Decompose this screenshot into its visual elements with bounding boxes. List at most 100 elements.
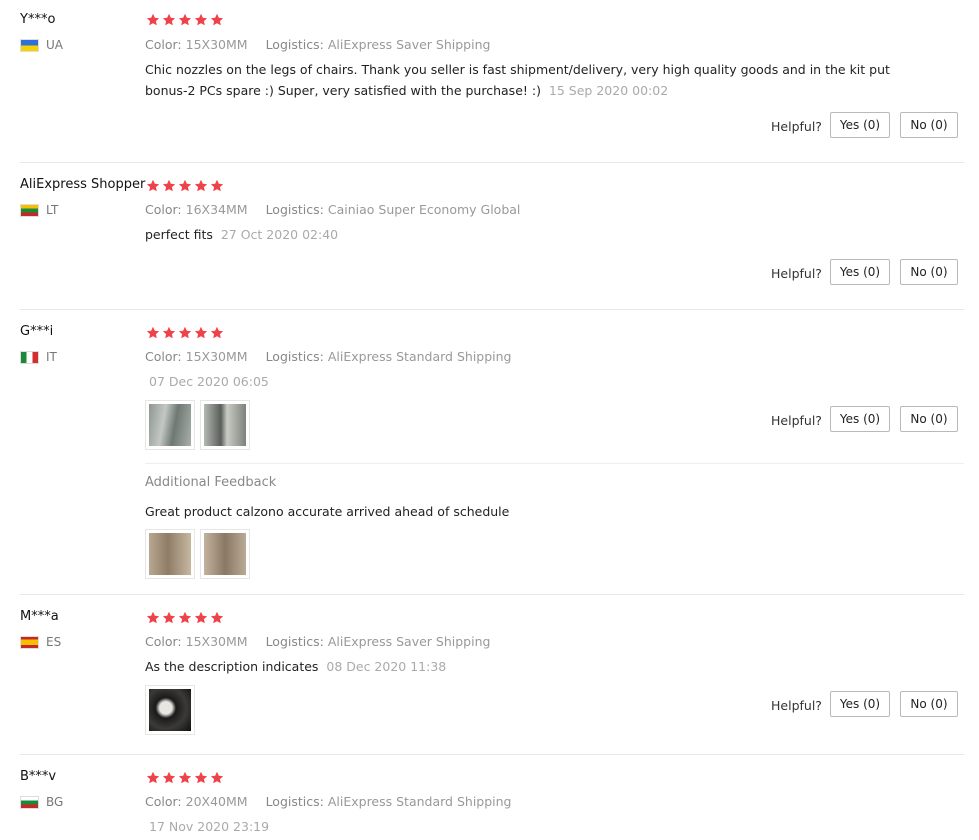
reviewer-country: UA [20, 38, 63, 52]
star-icon [178, 611, 192, 625]
star-icon [146, 179, 160, 193]
review-photo-thumbnail[interactable] [145, 400, 195, 450]
logistics-value: Cainiao Super Economy Global [327, 202, 521, 217]
star-icon [194, 611, 208, 625]
star-icon [146, 326, 160, 340]
review-date: 07 Dec 2020 06:05 [149, 374, 269, 389]
star-icon [210, 326, 224, 340]
reviewer-country: LT [20, 203, 58, 217]
star-icon [194, 179, 208, 193]
additional-photo-thumbnail[interactable] [145, 529, 195, 579]
review-text-line: perfect fits [145, 227, 213, 242]
helpful-no-button[interactable]: No (0) [900, 259, 958, 285]
additional-feedback-text: Great product calzono accurate arrived a… [145, 504, 510, 519]
logistics-value: AliExpress Standard Shipping [327, 794, 512, 809]
review-meta: Color: 15X30MM Logistics: AliExpress Sav… [145, 634, 490, 649]
helpful-yes-button[interactable]: Yes (0) [830, 112, 890, 138]
additional-feedback-divider [145, 463, 964, 464]
review-text: Chic nozzles on the legs of chairs. Than… [145, 59, 890, 101]
star-icon [178, 326, 192, 340]
star-rating [146, 771, 224, 785]
star-rating [146, 179, 224, 193]
country-code: BG [46, 795, 64, 809]
helpful-label: Helpful? [771, 698, 822, 713]
helpful-no-button[interactable]: No (0) [900, 112, 958, 138]
star-rating [146, 13, 224, 27]
ukraine-flag-icon [20, 38, 39, 52]
country-code: UA [46, 38, 63, 52]
color-value: 15X30MM [185, 634, 248, 649]
country-code: ES [46, 635, 62, 649]
logistics-label: Logistics: [265, 794, 324, 809]
reviewer-country: IT [20, 350, 57, 364]
bulgaria-flag-icon [20, 795, 39, 809]
review-divider [20, 594, 964, 595]
review-date: 15 Sep 2020 00:02 [548, 83, 669, 98]
review-date: 08 Dec 2020 11:38 [326, 659, 447, 674]
color-value: 20X40MM [185, 794, 248, 809]
star-rating [146, 326, 224, 340]
color-label: Color: [145, 202, 182, 217]
reviewer-name: B***v [20, 769, 57, 784]
italy-flag-icon [20, 350, 39, 364]
review-meta: Color: 20X40MM Logistics: AliExpress Sta… [145, 794, 512, 809]
review-photo [204, 533, 246, 575]
review-meta: Color: 16X34MM Logistics: Cainiao Super … [145, 202, 520, 217]
review-divider [20, 162, 964, 163]
country-code: LT [46, 203, 59, 217]
star-icon [146, 611, 160, 625]
star-icon [194, 771, 208, 785]
color-label: Color: [145, 634, 182, 649]
logistics-label: Logistics: [265, 37, 324, 52]
helpful-label: Helpful? [771, 119, 822, 134]
star-icon [210, 13, 224, 27]
color-value: 15X30MM [185, 349, 248, 364]
logistics-value: AliExpress Saver Shipping [327, 634, 491, 649]
helpful-yes-button[interactable]: Yes (0) [830, 691, 890, 717]
color-value: 16X34MM [185, 202, 248, 217]
star-icon [194, 13, 208, 27]
star-rating [146, 611, 224, 625]
helpful-yes-button[interactable]: Yes (0) [830, 259, 890, 285]
reviewer-name: M***a [20, 609, 59, 624]
logistics-label: Logistics: [265, 349, 324, 364]
lithuania-flag-icon [20, 203, 39, 217]
spain-flag-icon [20, 635, 39, 649]
reviewer-country: BG [20, 795, 63, 809]
review-text-line: bonus-2 PCs spare :) Super, very satisfi… [145, 83, 541, 98]
color-label: Color: [145, 37, 182, 52]
star-icon [162, 326, 176, 340]
helpful-no-button[interactable]: No (0) [900, 691, 958, 717]
star-icon [178, 771, 192, 785]
star-icon [162, 611, 176, 625]
review-date: 17 Nov 2020 23:19 [149, 819, 270, 834]
review-meta: Color: 15X30MM Logistics: AliExpress Sta… [145, 349, 512, 364]
review-date: 27 Oct 2020 02:40 [220, 227, 339, 242]
star-icon [162, 771, 176, 785]
star-icon [146, 13, 160, 27]
review-text-line: As the description indicates [145, 659, 319, 674]
color-label: Color: [145, 794, 182, 809]
color-value: 15X30MM [185, 37, 248, 52]
review-divider [20, 309, 964, 310]
review-text: As the description indicates 08 Dec 2020… [145, 656, 446, 677]
helpful-no-button[interactable]: No (0) [900, 406, 958, 432]
star-icon [162, 179, 176, 193]
additional-feedback-title: Additional Feedback [145, 475, 277, 490]
star-icon [210, 771, 224, 785]
logistics-value: AliExpress Saver Shipping [327, 37, 491, 52]
review-photo-thumbnail[interactable] [200, 400, 250, 450]
color-label: Color: [145, 349, 182, 364]
additional-photo-thumbnail[interactable] [200, 529, 250, 579]
reviewer-name: Y***o [20, 12, 56, 27]
star-icon [178, 179, 192, 193]
review-photo-thumbnail[interactable] [145, 685, 195, 735]
review-photo [149, 533, 191, 575]
logistics-value: AliExpress Standard Shipping [327, 349, 512, 364]
review-meta: Color: 15X30MM Logistics: AliExpress Sav… [145, 37, 490, 52]
helpful-yes-button[interactable]: Yes (0) [830, 406, 890, 432]
helpful-label: Helpful? [771, 413, 822, 428]
star-icon [162, 13, 176, 27]
reviewer-name: AliExpress Shopper [20, 177, 146, 192]
review-photo [149, 404, 191, 446]
